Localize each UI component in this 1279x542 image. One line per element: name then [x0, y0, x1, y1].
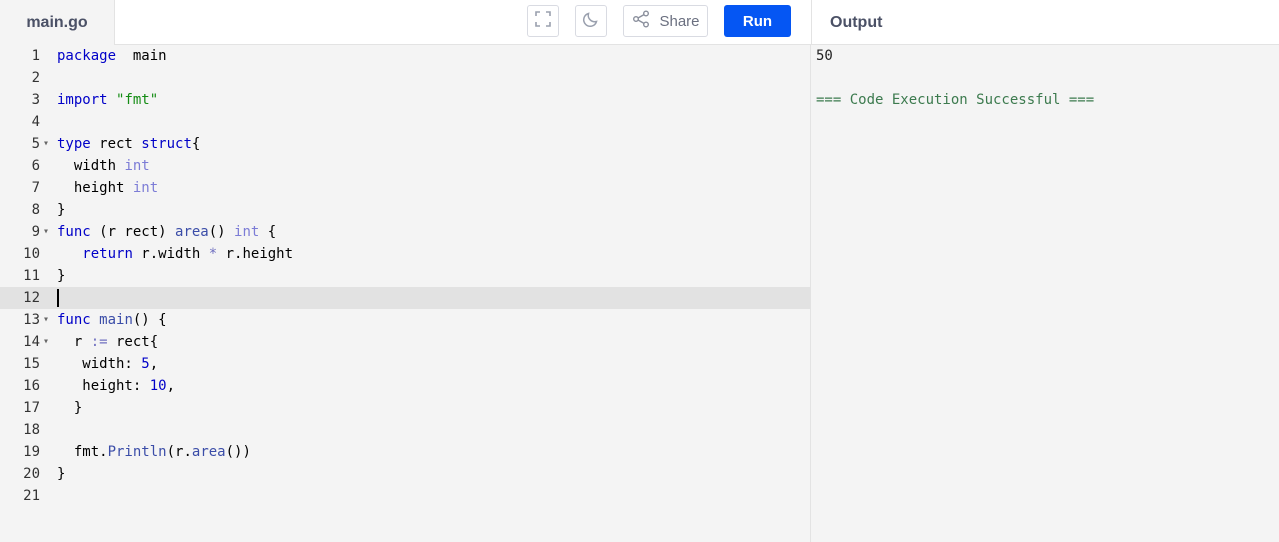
code-line-8[interactable]: 8} — [0, 199, 811, 221]
line-number: 12 — [23, 290, 40, 306]
code-editor[interactable]: 1 package main 2 3 import "fmt" 4 5 ▾ type rect … — [0, 45, 811, 542]
code-line-7[interactable]: 7 height int — [0, 177, 811, 199]
line-number: 21 — [23, 488, 40, 504]
code-line-10[interactable]: 10 return r.width * r.height — [0, 243, 811, 265]
moon-icon — [581, 9, 601, 34]
line-number: 2 — [31, 70, 40, 86]
code-text: height int — [57, 180, 159, 196]
code-line-3[interactable]: 3 import "fmt" — [0, 89, 811, 111]
code-text: width: 5, — [57, 356, 159, 372]
top-bar: main.go Share Run Output — [0, 0, 1279, 45]
fold-arrow-icon[interactable]: ▾ — [43, 133, 53, 155]
line-number: 14 — [23, 334, 40, 350]
text-cursor — [57, 289, 59, 307]
code-text: package main — [57, 48, 167, 64]
line-number: 13 — [23, 312, 40, 328]
code-line-1[interactable]: 1 package main — [0, 45, 811, 67]
line-number: 18 — [23, 422, 40, 438]
header-divider — [811, 0, 812, 45]
output-line: 50 — [816, 48, 833, 64]
share-icon — [631, 9, 651, 33]
fold-arrow-icon[interactable]: ▾ — [43, 331, 53, 353]
line-number: 5 — [31, 136, 40, 152]
code-text: return r.width * r.height — [82, 246, 294, 262]
code-text: } — [57, 400, 83, 416]
line-number: 20 — [23, 466, 40, 482]
code-text: height: 10, — [57, 378, 176, 394]
code-text: import "fmt" — [57, 92, 159, 108]
code-line-17[interactable]: 17 } — [0, 397, 811, 419]
code-line-20[interactable]: 20} — [0, 463, 811, 485]
fold-arrow-icon[interactable]: ▾ — [43, 309, 53, 331]
code-text: func (r rect) area() int { — [57, 224, 277, 240]
code-line-16[interactable]: 16 height: 10, — [0, 375, 811, 397]
code-text: width int — [57, 158, 150, 174]
code-line-2[interactable]: 2 — [0, 67, 811, 89]
code-line-11[interactable]: 11} — [0, 265, 811, 287]
output-panel: 50 === Code Execution Successful === — [812, 45, 1279, 542]
line-number: 15 — [23, 356, 40, 372]
line-number: 10 — [23, 246, 40, 262]
code-text: } — [57, 466, 66, 482]
line-number: 1 — [31, 48, 40, 64]
line-number: 8 — [31, 202, 40, 218]
code-text: func main() { — [57, 312, 167, 328]
fullscreen-button[interactable] — [527, 5, 559, 37]
file-tab-main-go[interactable]: main.go — [0, 0, 115, 45]
code-line-14[interactable]: 14 ▾ r := rect{ — [0, 331, 811, 353]
code-line-13[interactable]: 13 ▾ func main() { — [0, 309, 811, 331]
code-text: type rect struct{ — [57, 136, 201, 152]
fullscreen-icon — [533, 9, 553, 34]
line-number: 19 — [23, 444, 40, 460]
code-line-4[interactable]: 4 — [0, 111, 811, 133]
code-line-9[interactable]: 9 ▾ func (r rect) area() int { — [0, 221, 811, 243]
code-line-15[interactable]: 15 width: 5, — [0, 353, 811, 375]
code-line-21[interactable]: 21 — [0, 485, 811, 507]
code-line-5[interactable]: 5 ▾ type rect struct{ — [0, 133, 811, 155]
share-label: Share — [659, 12, 700, 30]
line-number: 11 — [23, 268, 40, 284]
code-line-18[interactable]: 18 — [0, 419, 811, 441]
code-text: } — [57, 268, 66, 284]
output-title: Output — [830, 13, 883, 31]
line-number: 4 — [31, 114, 40, 130]
line-number: 3 — [31, 92, 40, 108]
code-line-6[interactable]: 6 width int — [0, 155, 811, 177]
line-number: 16 — [23, 378, 40, 394]
line-number: 9 — [31, 224, 40, 240]
fold-arrow-icon[interactable]: ▾ — [43, 221, 53, 243]
line-number: 6 — [31, 158, 40, 174]
code-line-12[interactable]: 12 — [0, 287, 811, 309]
code-text: } — [57, 202, 66, 218]
theme-toggle-button[interactable] — [575, 5, 607, 37]
code-line-19[interactable]: 19 fmt.Println(r.area()) — [0, 441, 811, 463]
line-number: 7 — [31, 180, 40, 196]
run-button[interactable]: Run — [724, 5, 791, 37]
output-success-message: === Code Execution Successful === — [816, 92, 1095, 108]
code-text: fmt.Println(r.area()) — [57, 444, 251, 460]
code-text: r := rect{ — [57, 334, 159, 350]
share-button[interactable]: Share — [623, 5, 708, 37]
line-number: 17 — [23, 400, 40, 416]
